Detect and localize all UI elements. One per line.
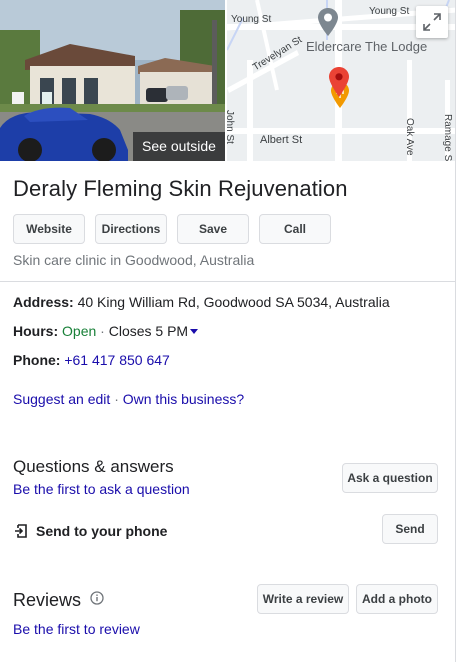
ask-question-button[interactable]: Ask a question bbox=[342, 463, 438, 493]
map-label-ramage-st: Ramage S bbox=[442, 114, 453, 161]
add-photo-button[interactable]: Add a photo bbox=[356, 584, 438, 614]
map-label-albert-st: Albert St bbox=[260, 134, 303, 146]
links-separator: · bbox=[114, 391, 119, 407]
phone-label: Phone: bbox=[13, 352, 61, 368]
hours-row: Hours: Open · Closes 5 PM bbox=[13, 323, 199, 339]
info-icon[interactable] bbox=[90, 591, 104, 605]
write-review-button[interactable]: Write a review bbox=[257, 584, 349, 614]
address-row: Address: 40 King William Rd, Goodwood SA… bbox=[13, 294, 390, 310]
knowledge-panel: See outside Young St Young St Trevelyan bbox=[0, 0, 456, 662]
see-outside-button[interactable]: See outside bbox=[133, 132, 225, 161]
business-category: Skin care clinic in Goodwood, Australia bbox=[13, 252, 255, 268]
send-to-phone-label: Send to your phone bbox=[36, 523, 168, 539]
edit-links-row: Suggest an edit · Own this business? bbox=[13, 391, 244, 407]
phone-link[interactable]: +61 417 850 647 bbox=[64, 352, 170, 368]
business-name: Deraly Fleming Skin Rejuvenation bbox=[13, 176, 348, 201]
hours-status: Open bbox=[62, 323, 97, 339]
qa-section-title: Questions & answers bbox=[13, 457, 174, 476]
map-label-john-st: John St bbox=[227, 110, 235, 144]
business-photo[interactable]: See outside bbox=[0, 0, 225, 161]
hours-label: Hours: bbox=[13, 323, 59, 339]
map-label-young-st-east: Young St bbox=[369, 6, 410, 17]
hours-dropdown-icon[interactable] bbox=[190, 328, 199, 334]
ask-first-link[interactable]: Be the first to ask a question bbox=[13, 481, 190, 497]
website-button[interactable]: Website bbox=[13, 214, 85, 244]
poi-pin-icon bbox=[318, 8, 338, 36]
first-review-link[interactable]: Be the first to review bbox=[13, 621, 140, 637]
map-thumbnail[interactable]: Young St Young St Trevelyan St John St A… bbox=[227, 0, 455, 161]
expand-icon bbox=[423, 13, 441, 31]
map-label-oak-ave: Oak Ave bbox=[404, 118, 415, 156]
location-pin-icon bbox=[329, 67, 349, 97]
suggest-edit-link[interactable]: Suggest an edit bbox=[13, 391, 110, 407]
divider bbox=[0, 281, 455, 282]
map-label-young-st-west: Young St bbox=[231, 14, 272, 25]
media-strip: See outside Young St Young St Trevelyan bbox=[0, 0, 455, 161]
map-poi-label: Eldercare The Lodge bbox=[306, 39, 428, 54]
address-label: Address: bbox=[13, 294, 74, 310]
send-button[interactable]: Send bbox=[382, 514, 438, 544]
send-to-phone-row: Send to your phone bbox=[13, 523, 167, 539]
reviews-section-title: Reviews bbox=[13, 590, 82, 610]
own-business-link[interactable]: Own this business? bbox=[123, 391, 244, 407]
save-button[interactable]: Save bbox=[177, 214, 249, 244]
hours-closes[interactable]: Closes 5 PM bbox=[109, 323, 188, 339]
address-value: 40 King William Rd, Goodwood SA 5034, Au… bbox=[77, 294, 390, 310]
map-expand-button[interactable] bbox=[416, 6, 448, 38]
directions-button[interactable]: Directions bbox=[95, 214, 167, 244]
send-to-phone-icon bbox=[15, 524, 27, 538]
hours-separator: · bbox=[100, 323, 105, 339]
phone-row: Phone: +61 417 850 647 bbox=[13, 352, 170, 368]
call-button[interactable]: Call bbox=[259, 214, 331, 244]
